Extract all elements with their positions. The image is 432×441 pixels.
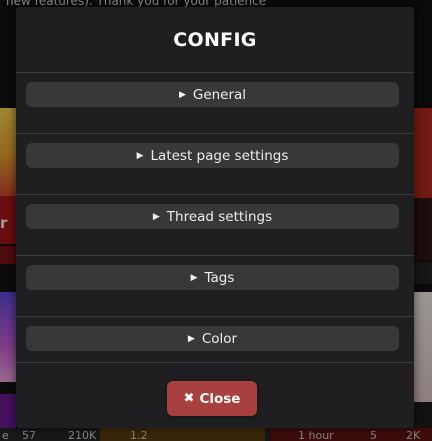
section-latest-page-settings: ▶ Latest page settings xyxy=(16,133,414,194)
triangle-right-icon: ▶ xyxy=(190,272,198,283)
section-label: Color xyxy=(201,330,238,347)
section-toggle-thread-settings[interactable]: ▶ Thread settings xyxy=(26,204,399,229)
section-thread-settings: ▶ Thread settings xyxy=(16,194,414,255)
section-color: ▶ Color xyxy=(16,316,414,377)
divider-bottom xyxy=(16,362,414,363)
section-toggle-color[interactable]: ▶ Color xyxy=(26,326,399,351)
section-toggle-tags[interactable]: ▶ Tags xyxy=(26,265,399,290)
close-button-label: Close xyxy=(199,390,241,407)
section-label: Tags xyxy=(204,269,235,286)
modal-title: CONFIG xyxy=(173,29,257,51)
triangle-right-icon: ▶ xyxy=(136,150,144,161)
section-general: ▶ General xyxy=(16,72,414,133)
close-button[interactable]: ✖ Close xyxy=(167,381,257,416)
triangle-right-icon: ▶ xyxy=(152,211,160,222)
section-toggle-general[interactable]: ▶ General xyxy=(26,82,399,107)
triangle-right-icon: ▶ xyxy=(187,333,195,344)
section-tags: ▶ Tags xyxy=(16,255,414,316)
section-label: Thread settings xyxy=(166,208,273,225)
config-modal: CONFIG ▶ General ▶ Latest page settings … xyxy=(16,7,414,428)
section-label: General xyxy=(192,86,247,103)
section-toggle-latest-page-settings[interactable]: ▶ Latest page settings xyxy=(26,143,399,168)
section-label: Latest page settings xyxy=(150,147,289,164)
page: new features). Thank you for your patien… xyxy=(0,0,432,441)
close-icon: ✖ xyxy=(183,391,195,406)
triangle-right-icon: ▶ xyxy=(178,89,186,100)
